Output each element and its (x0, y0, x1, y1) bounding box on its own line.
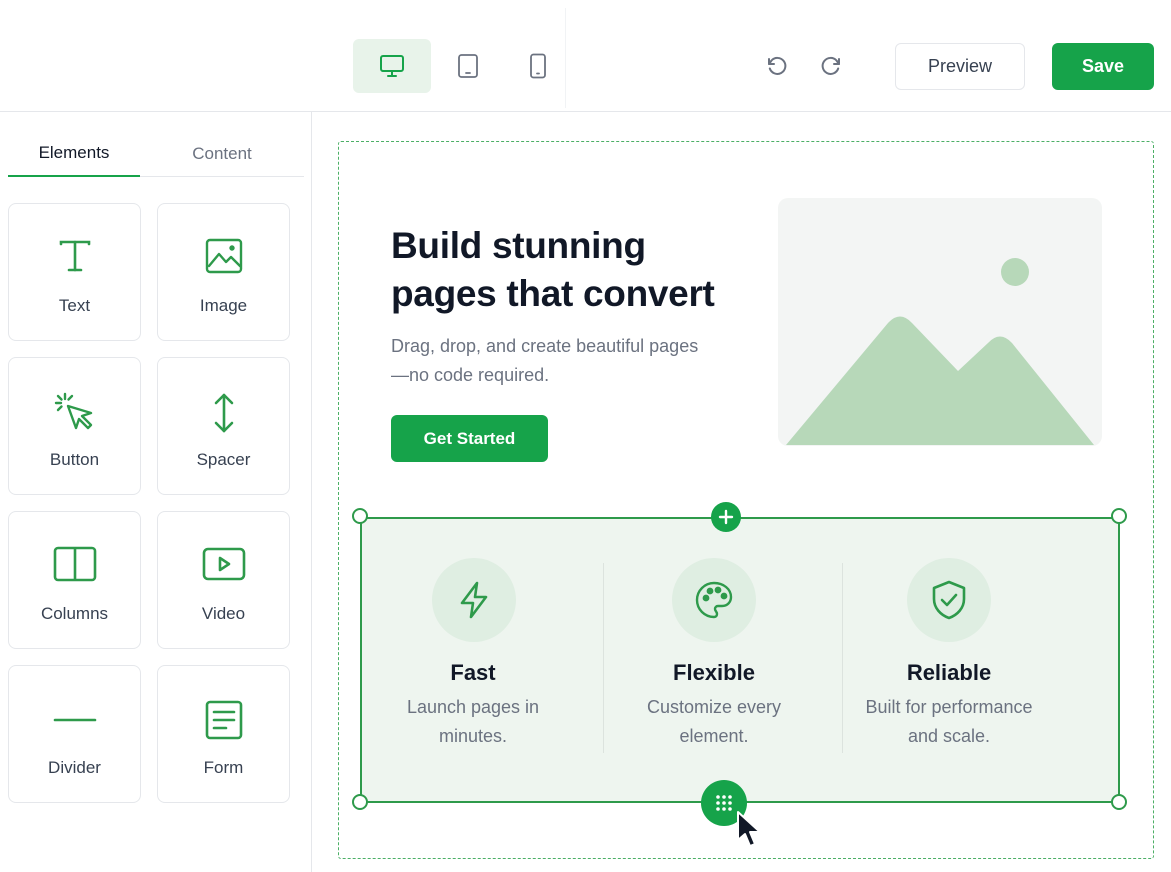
landscape-placeholder-icon (786, 258, 1094, 445)
feature-description[interactable]: Built for performance and scale. (849, 693, 1049, 751)
feature-icon-wrap (432, 558, 516, 642)
element-label: Button (49, 450, 100, 469)
mouse-cursor (736, 810, 768, 855)
toolbar-divider (565, 8, 566, 108)
smartphone-icon (530, 53, 546, 79)
element-tile-spacer[interactable]: Spacer (157, 357, 290, 495)
monitor-icon (380, 55, 404, 77)
device-desktop-button[interactable] (353, 39, 431, 93)
element-label: Text (58, 296, 91, 315)
hero-image-placeholder[interactable] (778, 198, 1102, 446)
feature-title[interactable]: Fast (373, 660, 573, 686)
hero-subtitle[interactable]: Drag, drop, and create beautiful pages—n… (391, 332, 711, 390)
top-toolbar: Preview Save (0, 0, 1171, 112)
element-label: Video (201, 604, 246, 623)
resize-handle-top-right[interactable] (1111, 508, 1127, 524)
feature-description[interactable]: Customize every element. (624, 693, 804, 751)
lightning-icon (460, 581, 488, 619)
resize-handle-top-left[interactable] (352, 508, 368, 524)
redo-icon (821, 56, 840, 75)
feature-icon-wrap (907, 558, 991, 642)
feature-icon-wrap (672, 558, 756, 642)
element-label: Spacer (196, 450, 251, 469)
element-label: Form (203, 758, 244, 777)
feature-title[interactable]: Reliable (849, 660, 1049, 686)
divider-icon (53, 718, 96, 722)
text-icon (59, 240, 90, 272)
palette-icon (695, 581, 733, 619)
grip-dots-icon (716, 795, 732, 811)
redo-button[interactable] (815, 50, 847, 82)
tab-content[interactable]: Content (156, 130, 288, 177)
element-tile-divider[interactable]: Divider (8, 665, 141, 803)
get-started-button[interactable]: Get Started (391, 415, 548, 462)
element-tile-text[interactable]: Text (8, 203, 141, 341)
add-section-button[interactable] (711, 502, 741, 532)
columns-icon (53, 546, 96, 582)
feature-column-divider (603, 563, 604, 753)
undo-button[interactable] (761, 50, 793, 82)
element-tile-image[interactable]: Image (157, 203, 290, 341)
image-icon (205, 238, 242, 274)
form-icon (205, 700, 242, 740)
hero-title[interactable]: Build stunning pages that convert (391, 222, 751, 318)
save-button[interactable]: Save (1052, 43, 1154, 90)
feature-column-divider (842, 563, 843, 753)
pointer-click-icon (54, 392, 92, 430)
resize-handle-bottom-right[interactable] (1111, 794, 1127, 810)
mouse-cursor-icon (737, 811, 761, 847)
sidebar-tabs: Elements Content (8, 130, 304, 177)
tab-elements[interactable]: Elements (8, 130, 140, 177)
element-label: Image (199, 296, 248, 315)
element-tile-button[interactable]: Button (8, 357, 141, 495)
element-tile-form[interactable]: Form (157, 665, 290, 803)
video-icon (202, 547, 245, 581)
element-tile-video[interactable]: Video (157, 511, 290, 649)
undo-icon (768, 56, 787, 75)
element-label: Divider (48, 758, 101, 777)
plus-icon (718, 509, 734, 525)
tablet-icon (458, 54, 478, 78)
feature-description[interactable]: Launch pages in minutes. (383, 693, 563, 751)
feature-title[interactable]: Flexible (614, 660, 814, 686)
element-tile-columns[interactable]: Columns (8, 511, 141, 649)
shield-check-icon (932, 580, 966, 620)
resize-handle-bottom-left[interactable] (352, 794, 368, 810)
device-tablet-button[interactable] (445, 39, 491, 93)
vertical-arrows-icon (214, 393, 233, 433)
device-mobile-button[interactable] (515, 39, 561, 93)
preview-button[interactable]: Preview (895, 43, 1025, 90)
element-label: Columns (40, 604, 109, 623)
